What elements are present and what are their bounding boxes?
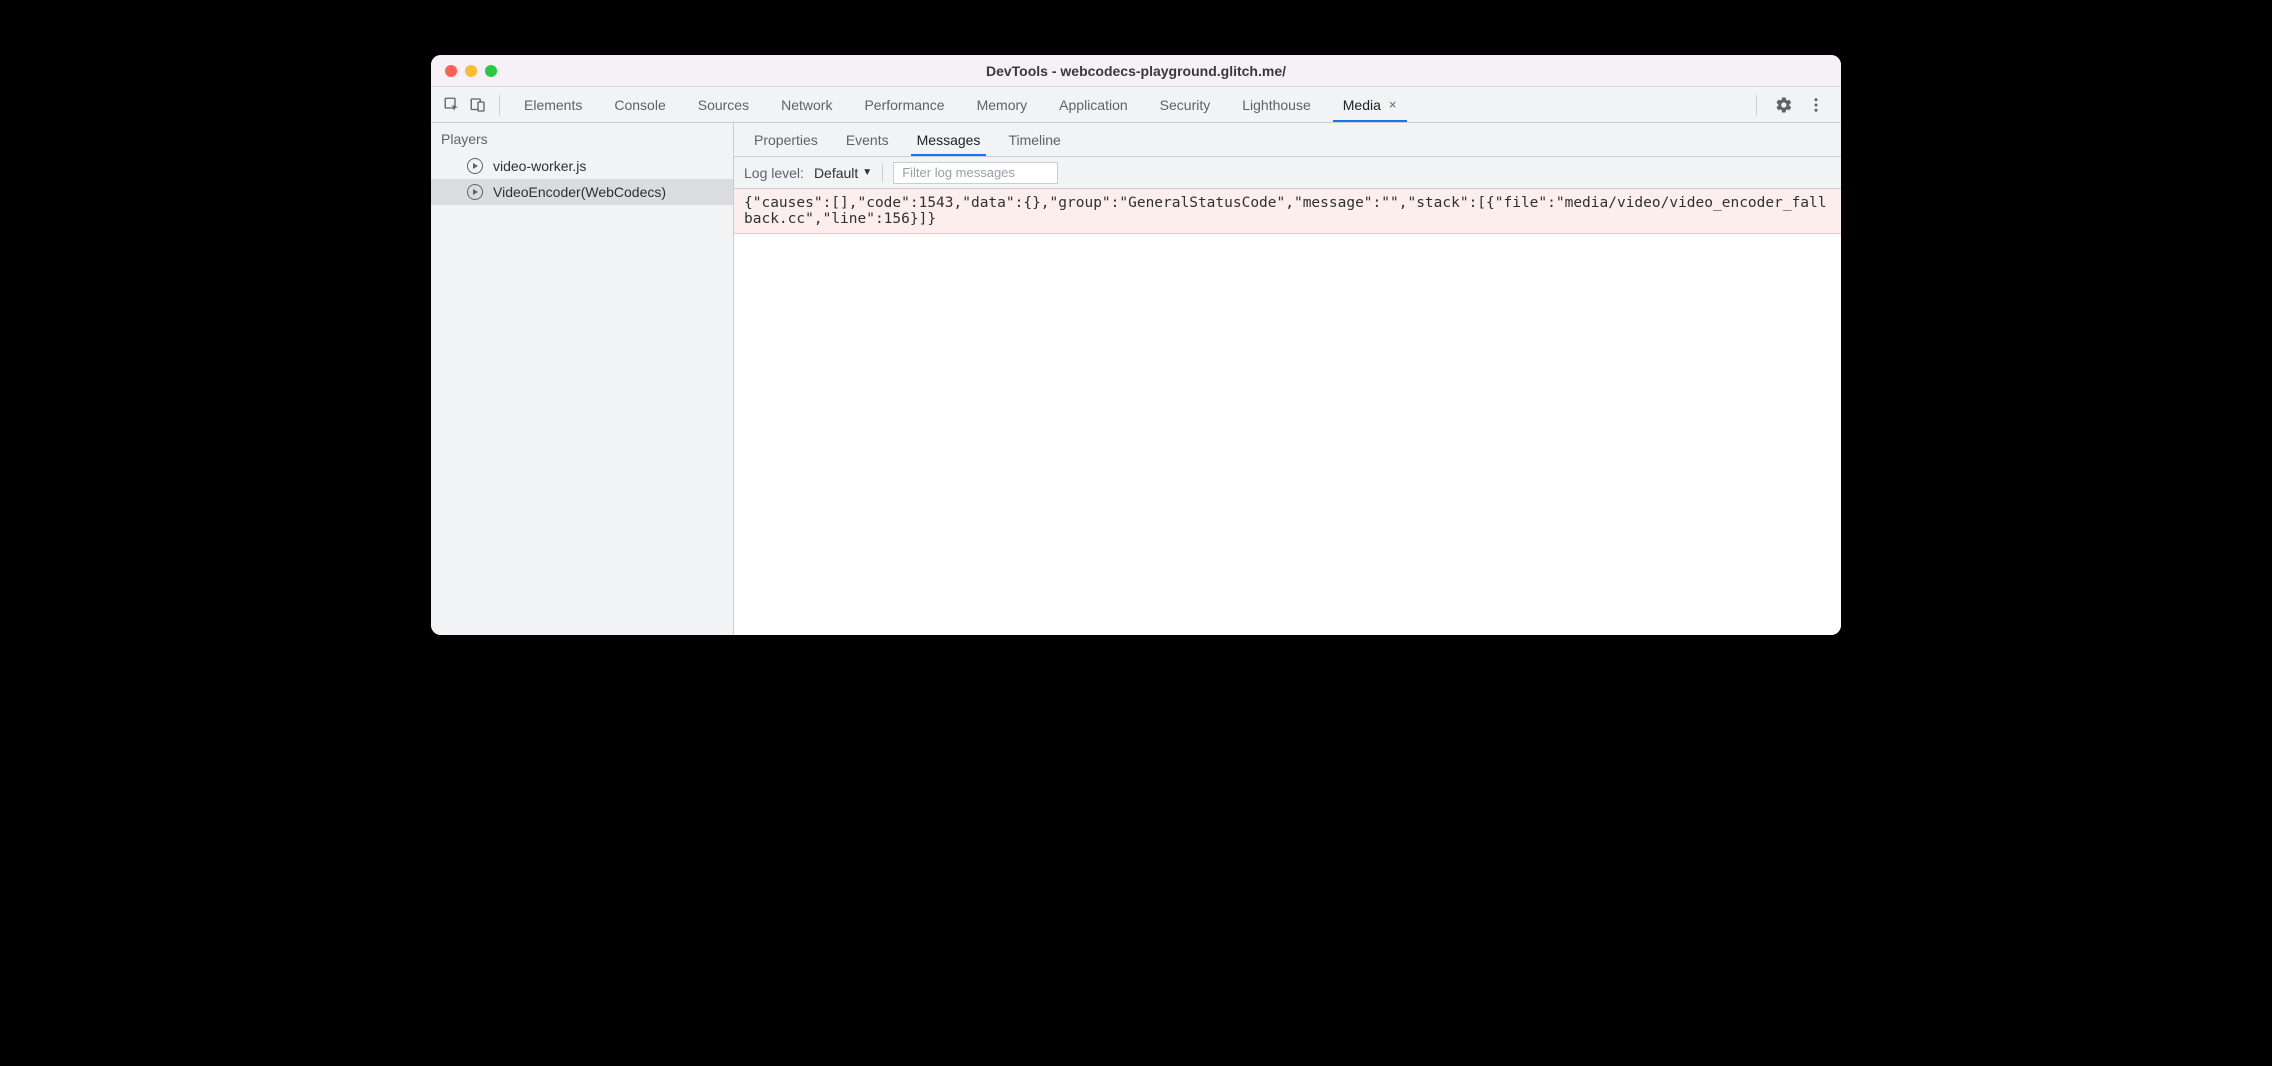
minimize-window-button[interactable] <box>465 65 477 77</box>
tab-memory[interactable]: Memory <box>961 87 1044 122</box>
toolbar-divider <box>1756 95 1757 115</box>
tab-network[interactable]: Network <box>765 87 848 122</box>
window-title: DevTools - webcodecs-playground.glitch.m… <box>431 63 1841 79</box>
tab-label: Performance <box>864 97 944 113</box>
content-area: Players video-worker.js VideoEncoder(WebC… <box>431 123 1841 635</box>
tab-lighthouse[interactable]: Lighthouse <box>1226 87 1327 122</box>
tab-label: Console <box>614 97 665 113</box>
tab-console[interactable]: Console <box>598 87 681 122</box>
subtab-properties[interactable]: Properties <box>740 123 832 156</box>
play-icon <box>467 158 483 174</box>
subtab-events[interactable]: Events <box>832 123 903 156</box>
log-level-select[interactable]: Default ▼ <box>814 165 872 181</box>
main-tabs: Elements Console Sources Network Performance… <box>508 87 1748 122</box>
log-level-label: Log level: <box>744 165 804 181</box>
subtab-label: Properties <box>754 132 818 148</box>
log-level-value: Default <box>814 165 858 181</box>
chevron-down-icon: ▼ <box>862 167 872 178</box>
filter-divider <box>882 164 883 182</box>
main-panel: Properties Events Messages Timeline Log lev… <box>734 123 1841 635</box>
titlebar: DevTools - webcodecs-playground.glitch.m… <box>431 55 1841 87</box>
device-toolbar-icon[interactable] <box>465 92 491 118</box>
inspect-element-icon[interactable] <box>439 92 465 118</box>
tab-elements[interactable]: Elements <box>508 87 598 122</box>
settings-icon[interactable] <box>1771 92 1797 118</box>
traffic-lights <box>431 65 497 77</box>
filter-bar: Log level: Default ▼ <box>734 157 1841 189</box>
subtab-label: Messages <box>917 132 981 148</box>
sidebar-header: Players <box>431 123 733 153</box>
tab-label: Network <box>781 97 832 113</box>
subtab-label: Timeline <box>1008 132 1060 148</box>
tab-label: Application <box>1059 97 1128 113</box>
player-item-label: video-worker.js <box>493 158 586 174</box>
player-item[interactable]: video-worker.js <box>431 153 733 179</box>
subtab-label: Events <box>846 132 889 148</box>
tab-security[interactable]: Security <box>1144 87 1227 122</box>
tab-performance[interactable]: Performance <box>848 87 960 122</box>
close-icon[interactable]: × <box>1389 97 1397 112</box>
devtools-window: DevTools - webcodecs-playground.glitch.m… <box>431 55 1841 635</box>
subtab-messages[interactable]: Messages <box>903 123 995 156</box>
main-toolbar: Elements Console Sources Network Performance… <box>431 87 1841 123</box>
more-options-icon[interactable] <box>1803 92 1829 118</box>
tab-label: Lighthouse <box>1242 97 1311 113</box>
tab-label: Elements <box>524 97 582 113</box>
tab-label: Sources <box>698 97 749 113</box>
toolbar-divider <box>499 95 500 115</box>
player-item-label: VideoEncoder(WebCodecs) <box>493 184 666 200</box>
zoom-window-button[interactable] <box>485 65 497 77</box>
player-item[interactable]: VideoEncoder(WebCodecs) <box>431 179 733 205</box>
messages-area: {"causes":[],"code":1543,"data":{},"grou… <box>734 189 1841 635</box>
tab-label: Security <box>1160 97 1211 113</box>
sub-tabs: Properties Events Messages Timeline <box>734 123 1841 157</box>
players-sidebar: Players video-worker.js VideoEncoder(WebC… <box>431 123 734 635</box>
tab-label: Media <box>1343 97 1381 113</box>
play-icon <box>467 184 483 200</box>
subtab-timeline[interactable]: Timeline <box>994 123 1074 156</box>
tab-sources[interactable]: Sources <box>682 87 765 122</box>
tab-media[interactable]: Media × <box>1327 87 1413 122</box>
tab-label: Memory <box>977 97 1028 113</box>
filter-messages-input[interactable] <box>893 162 1058 184</box>
close-window-button[interactable] <box>445 65 457 77</box>
tab-application[interactable]: Application <box>1043 87 1144 122</box>
log-message-row[interactable]: {"causes":[],"code":1543,"data":{},"grou… <box>734 189 1841 234</box>
